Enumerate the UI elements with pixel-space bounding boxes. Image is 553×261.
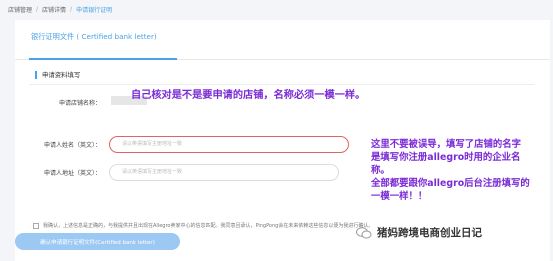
breadcrumb-separator: / [36,5,39,13]
breadcrumb: 店铺管理 / 店铺详情 / 申请银行证明 [8,3,112,15]
tab-active-indicator [29,58,177,60]
annotation-store-name-note: 自己核对是不是要申请的店铺，名称必须一模一样。 [131,90,366,101]
breadcrumb-item-store-details[interactable]: 店铺详情 [42,5,66,14]
annotation-line: 一模一样！！ [371,191,428,202]
tab-bar: 银行证明文件 ( Certified bank letter) [15,20,550,60]
breadcrumb-item-current: 申请银行证明 [76,6,113,14]
section-title: 申请资料填写 [35,71,80,79]
applicant-address-label: 申请人地址（英文）： [43,170,101,177]
annotation-line: 全部都要跟你allegro后台注册填写的 [371,178,530,189]
wechat-icon [356,226,372,238]
breadcrumb-separator: / [70,5,73,13]
annotation-line: 是填写你注册allegro时用的企业名 [371,152,521,163]
section-divider [29,84,534,85]
agreement-text: 我确认，上述信息是正确的，与我提供并且出现在Allegro卖家中心的信息匹配。我… [43,223,374,229]
annotation-line: 这里不要被误导，填写了店铺的名字 [371,139,522,150]
annotation-line: 称。 [371,165,390,176]
agreement-row: 我确认，上述信息是正确的，与我提供并且出现在Allegro卖家中心的信息匹配。我… [33,222,373,229]
breadcrumb-item-store-management[interactable]: 店铺管理 [8,5,32,14]
watermark-text: 猪妈跨境电商创业日记 [377,227,482,239]
annotation-applicant-note: 这里不要被误导，填写了店铺的名字 是填写你注册allegro时用的企业名 称。 … [371,138,551,203]
applicant-name-label: 申请人姓名（英文）： [43,142,101,149]
watermark: 猪妈跨境电商创业日记 [356,225,482,240]
applicant-name-input[interactable]: 请以英语填写主册地址一致 [109,136,349,153]
applicant-address-input[interactable]: 请以英语填写主册地址一致 [109,164,339,181]
store-name-label: 申请店铺名称： [58,100,101,107]
submit-button[interactable]: 确认申请银行证明文件(Certified bank letter) [15,233,180,250]
agreement-checkbox[interactable] [33,222,39,229]
tab-bank-letter[interactable]: 银行证明文件 ( Certified bank letter) [31,32,157,42]
